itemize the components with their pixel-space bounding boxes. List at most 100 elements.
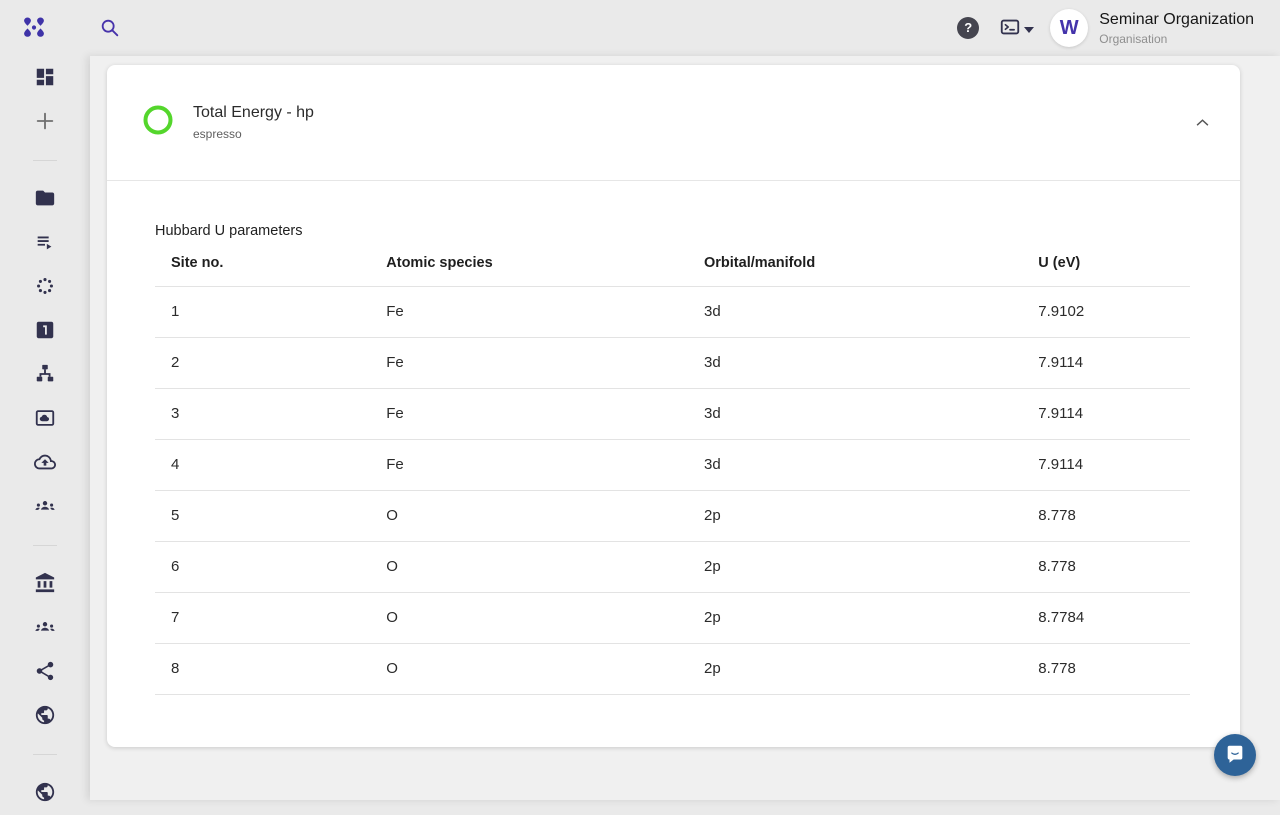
group-icon: [34, 616, 56, 641]
sidebar-item-language[interactable]: [0, 771, 90, 815]
column-header: U (eV): [1022, 241, 1190, 287]
sidebar-item-community[interactable]: [0, 606, 90, 650]
looks-one-icon: [34, 319, 56, 344]
topbar: ? W Seminar Organization Organisation: [0, 0, 1280, 56]
console-menu-button[interactable]: [999, 16, 1034, 41]
sidebar-item-materials[interactable]: [0, 177, 90, 221]
sidebar-divider: [33, 160, 57, 161]
chat-button[interactable]: [1214, 734, 1256, 776]
sidebar-item-clusters[interactable]: [0, 265, 90, 309]
globe-icon: [34, 704, 56, 729]
group-icon: [34, 495, 56, 520]
share-icon: [34, 660, 56, 685]
logo-icon: [21, 29, 47, 44]
sidebar-item-dashboard[interactable]: [0, 56, 90, 100]
sidebar-item-jobs[interactable]: [0, 221, 90, 265]
cell-orbital-manifold: 2p: [688, 542, 1022, 593]
org-text: Seminar Organization Organisation: [1099, 11, 1254, 46]
cell-site-no: 2: [155, 338, 370, 389]
chevron-down-icon: [1024, 21, 1034, 36]
sidebar-item-media[interactable]: [0, 397, 90, 441]
sidebar-item-unit[interactable]: [0, 309, 90, 353]
cell-orbital-manifold: 2p: [688, 593, 1022, 644]
cell-u-ev: 8.7784: [1022, 593, 1190, 644]
sidebar-item-organization[interactable]: [0, 562, 90, 606]
status-ring-icon: [143, 105, 173, 140]
cell-atomic-species: O: [370, 491, 688, 542]
sidebar: [0, 56, 90, 800]
cell-u-ev: 7.9102: [1022, 287, 1190, 338]
chat-bubble-icon: [1224, 743, 1246, 768]
table-row: 6 O 2p 8.778: [155, 542, 1190, 593]
column-header: Orbital/manifold: [688, 241, 1022, 287]
result-card: Total Energy - hp espresso Hubbard U par…: [107, 65, 1240, 747]
cell-u-ev: 8.778: [1022, 491, 1190, 542]
sidebar-item-workflows[interactable]: [0, 353, 90, 397]
table-row: 4 Fe 3d 7.9114: [155, 440, 1190, 491]
cloud-box-icon: [34, 407, 56, 432]
help-button[interactable]: ?: [957, 17, 979, 39]
card-subtitle: espresso: [193, 127, 314, 141]
search-button[interactable]: [99, 17, 121, 39]
folder-icon: [34, 187, 56, 212]
cell-orbital-manifold: 3d: [688, 287, 1022, 338]
cell-u-ev: 7.9114: [1022, 389, 1190, 440]
table-row: 2 Fe 3d 7.9114: [155, 338, 1190, 389]
cell-u-ev: 8.778: [1022, 644, 1190, 695]
sidebar-item-public[interactable]: [0, 694, 90, 738]
cell-u-ev: 7.9114: [1022, 440, 1190, 491]
sidebar-item-add-new[interactable]: [0, 100, 90, 144]
sidebar-item-team[interactable]: [0, 485, 90, 529]
cell-atomic-species: O: [370, 542, 688, 593]
card-body: Hubbard U parameters Site no.Atomic spec…: [107, 181, 1240, 747]
table-caption: Hubbard U parameters: [155, 181, 1190, 239]
cell-orbital-manifold: 2p: [688, 644, 1022, 695]
card-title: Total Energy - hp: [193, 104, 314, 122]
cell-site-no: 4: [155, 440, 370, 491]
bank-icon: [34, 572, 56, 597]
hubbard-table: Site no.Atomic speciesOrbital/manifoldU …: [155, 241, 1190, 695]
cloud-upload-icon: [34, 451, 56, 476]
cell-u-ev: 8.778: [1022, 542, 1190, 593]
globe-icon: [34, 781, 56, 806]
cell-orbital-manifold: 2p: [688, 491, 1022, 542]
cell-atomic-species: Fe: [370, 338, 688, 389]
card-titles: Total Energy - hp espresso: [193, 104, 314, 141]
cell-site-no: 7: [155, 593, 370, 644]
cell-site-no: 1: [155, 287, 370, 338]
sidebar-item-share[interactable]: [0, 650, 90, 694]
card-header: Total Energy - hp espresso: [107, 65, 1240, 181]
cell-atomic-species: O: [370, 593, 688, 644]
cell-orbital-manifold: 3d: [688, 440, 1022, 491]
table-row: 7 O 2p 8.7784: [155, 593, 1190, 644]
cell-u-ev: 7.9114: [1022, 338, 1190, 389]
workflow-tree-icon: [34, 363, 56, 388]
dots-cluster-icon: [34, 275, 56, 300]
main-content: Total Energy - hp espresso Hubbard U par…: [90, 56, 1280, 800]
sidebar-item-import[interactable]: [0, 441, 90, 485]
table-row: 3 Fe 3d 7.9114: [155, 389, 1190, 440]
cell-atomic-species: O: [370, 644, 688, 695]
org-type-label: Organisation: [1099, 32, 1254, 46]
cell-orbital-manifold: 3d: [688, 338, 1022, 389]
sidebar-divider: [33, 545, 57, 546]
column-header: Site no.: [155, 241, 370, 287]
table-row: 5 O 2p 8.778: [155, 491, 1190, 542]
search-icon: [99, 27, 121, 42]
console-icon: [999, 16, 1021, 41]
chevron-up-icon: [1195, 115, 1210, 130]
collapse-button[interactable]: [1188, 109, 1216, 137]
cell-atomic-species: Fe: [370, 287, 688, 338]
cell-atomic-species: Fe: [370, 389, 688, 440]
cell-site-no: 8: [155, 644, 370, 695]
table-row: 1 Fe 3d 7.9102: [155, 287, 1190, 338]
app-logo[interactable]: [21, 15, 47, 41]
org-name: Seminar Organization: [1099, 11, 1254, 29]
cell-site-no: 6: [155, 542, 370, 593]
cell-orbital-manifold: 3d: [688, 389, 1022, 440]
cell-site-no: 3: [155, 389, 370, 440]
org-switcher[interactable]: W Seminar Organization Organisation: [1050, 9, 1254, 47]
cell-site-no: 5: [155, 491, 370, 542]
column-header: Atomic species: [370, 241, 688, 287]
avatar: W: [1050, 9, 1088, 47]
